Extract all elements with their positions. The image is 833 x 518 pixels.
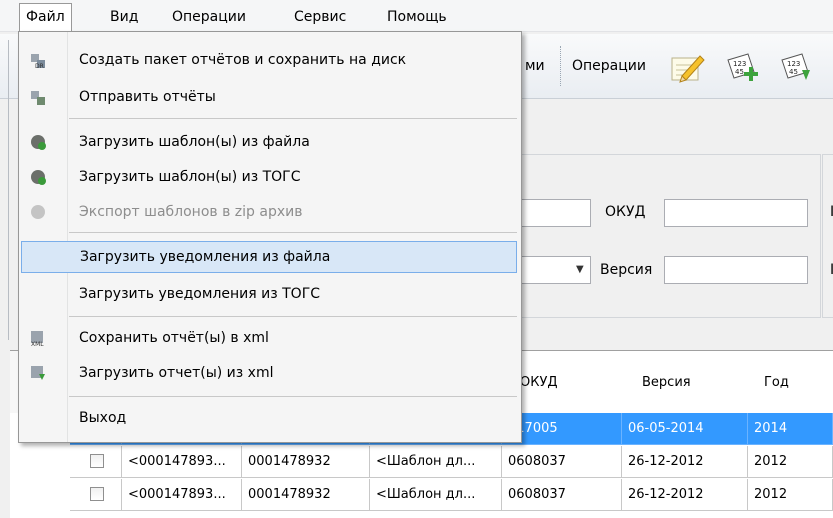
menu-item-export-zip[interactable]: Экспорт шаблонов в zip архив — [21, 198, 517, 226]
toolbar-separator — [560, 46, 562, 86]
cell-version[interactable]: 06-05-2014 — [622, 413, 748, 445]
left-border — [8, 40, 9, 340]
table-row[interactable]: <000147893... 0001478932 <Шаблон дл... 0… — [70, 446, 833, 479]
template-load-icon — [29, 133, 47, 151]
version-label: Версия — [600, 262, 653, 278]
import-data-icon[interactable]: 123 45 — [776, 50, 814, 86]
menu-file[interactable]: Файл — [19, 3, 72, 32]
package-icon: DR — [29, 51, 47, 70]
cell-col1[interactable]: <000147893... — [122, 446, 242, 478]
okud-input[interactable] — [664, 199, 808, 227]
cell-col2[interactable]: 0001478932 — [242, 479, 370, 511]
cell-year[interactable]: 2012 — [748, 479, 833, 511]
menu-separator — [69, 396, 517, 397]
cell-col3[interactable]: <Шаблон дл... — [370, 479, 502, 511]
cell-year[interactable]: 2014 — [748, 413, 833, 445]
cell-col3[interactable]: <Шаблон дл... — [370, 446, 502, 478]
okud-label: ОКУД — [605, 204, 646, 220]
version-input[interactable] — [664, 256, 808, 284]
menu-item-load-notifications-togs[interactable]: Загрузить уведомления из ТОГС — [21, 280, 517, 308]
table-row[interactable]: <000147893... 0001478932 <Шаблон дл... 0… — [70, 479, 833, 512]
template-togs-icon — [29, 168, 47, 186]
edit-report-icon[interactable] — [668, 50, 706, 86]
menu-help[interactable]: Помощь — [381, 7, 453, 27]
filter-groupbox-2 — [822, 154, 833, 318]
filter-groupbox — [520, 154, 821, 318]
menu-operations[interactable]: Операции — [166, 7, 252, 27]
filter-combo[interactable]: ▼ — [519, 256, 591, 284]
cell-version[interactable]: 26-12-2012 — [622, 479, 748, 511]
svg-text:XML: XML — [31, 341, 44, 347]
row-checkbox[interactable] — [90, 454, 104, 468]
cell-year[interactable]: 2012 — [748, 446, 833, 478]
row-checkbox-cell[interactable] — [70, 446, 122, 478]
column-header-year[interactable]: Год — [748, 351, 833, 413]
toolbar-operations-label: Операции — [572, 58, 646, 74]
menu-service[interactable]: Сервис — [288, 7, 352, 27]
svg-text:DR: DR — [35, 63, 44, 69]
cell-col2[interactable]: 0001478932 — [242, 446, 370, 478]
svg-text:123: 123 — [787, 60, 800, 68]
menu-view[interactable]: Вид — [104, 7, 144, 27]
cell-col1[interactable]: <000147893... — [122, 479, 242, 511]
svg-text:45: 45 — [789, 68, 798, 76]
svg-text:45: 45 — [735, 68, 744, 76]
menu-item-load-notifications-file[interactable]: Загрузить уведомления из файла — [21, 241, 517, 273]
export-zip-icon — [29, 203, 47, 221]
column-header-version[interactable]: Версия — [622, 351, 749, 413]
menu-separator — [69, 232, 517, 233]
menu-item-send-reports[interactable]: Отправить отчёты — [21, 83, 517, 111]
toolbar-partial-label: ми — [525, 58, 545, 74]
svg-text:123: 123 — [733, 60, 746, 68]
cell-okud[interactable]: 0608037 — [502, 479, 622, 511]
menu-separator — [69, 118, 517, 119]
menu-item-save-xml[interactable]: XML Сохранить отчёт(ы) в xml — [21, 324, 517, 352]
xml-load-icon — [29, 364, 47, 382]
file-menu-dropdown: DR Создать пакет отчётов и сохранить на … — [18, 31, 522, 443]
menu-item-load-xml[interactable]: Загрузить отчет(ы) из xml — [21, 359, 517, 387]
cell-version[interactable]: 26-12-2012 — [622, 446, 748, 478]
menu-separator — [69, 316, 517, 317]
send-icon — [29, 88, 47, 106]
chevron-down-icon[interactable]: ▼ — [576, 264, 584, 275]
menu-item-load-templates-togs[interactable]: Загрузить шаблон(ы) из ТОГС — [21, 163, 517, 191]
filter-text-field[interactable] — [519, 199, 591, 227]
menubar: Файл Вид Операции Сервис Помощь — [0, 0, 833, 32]
menu-item-exit[interactable]: Выход — [21, 404, 517, 432]
menu-item-create-package[interactable]: DR Создать пакет отчётов и сохранить на … — [21, 46, 517, 74]
row-checkbox-cell[interactable] — [70, 479, 122, 511]
cell-okud[interactable]: 0608037 — [502, 446, 622, 478]
add-data-icon[interactable]: 123 45 — [722, 50, 760, 86]
menu-item-load-templates-file[interactable]: Загрузить шаблон(ы) из файла — [21, 128, 517, 156]
row-checkbox[interactable] — [90, 487, 104, 501]
xml-save-icon: XML — [29, 329, 47, 348]
